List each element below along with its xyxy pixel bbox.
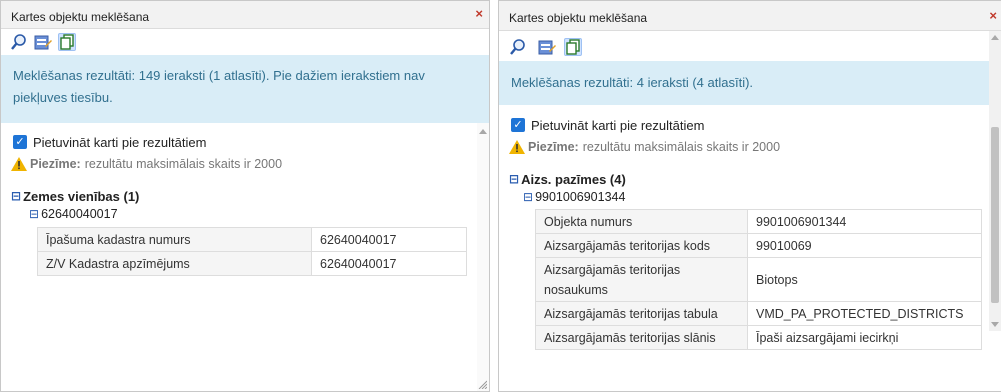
attr-value: 99010069 [747,233,982,258]
search-magnifier-icon[interactable] [509,38,527,56]
result-item[interactable]: ⊟ 9901006901344 [523,188,1001,206]
edit-layer-icon[interactable] [34,33,52,51]
panel-title: Kartes objektu meklēšana [11,10,150,24]
results-content: ✓ Pietuvināt karti pie rezultātiem Piezī… [1,123,489,391]
results-banner: Meklēšanas rezultāti: 4 ieraksti (4 atla… [499,61,1001,105]
attr-key: Z/V Kadastra apzīmējums [37,251,312,276]
attr-key: Objekta numurs [535,209,748,234]
zoom-checkbox-row[interactable]: ✓ Pietuvināt karti pie rezultātiem [13,133,489,151]
note-text: rezultātu maksimālais skaits ir 2000 [84,157,283,171]
attr-key: Aizsargājamās teritorijas kods [535,233,748,258]
scrollbar[interactable] [477,123,489,391]
group-title: Zemes vienības (1) [23,188,140,204]
copy-results-icon[interactable] [564,38,582,56]
attr-key: Aizsargājamās teritorijas slānis [535,325,748,350]
warning-icon [509,140,525,154]
scroll-thumb[interactable] [991,127,999,303]
attr-value: VMD_PA_PROTECTED_DISTRICTS [747,301,982,326]
panel-toolbar [1,29,489,55]
collapse-icon[interactable]: ⊟ [523,190,533,204]
zoom-checkbox[interactable]: ✓ [511,118,525,132]
collapse-icon[interactable]: ⊟ [11,189,21,203]
search-magnifier-icon[interactable] [10,33,28,51]
scrollbar[interactable] [989,31,1001,331]
scroll-up-icon[interactable] [479,129,487,134]
resize-handle-icon[interactable] [477,379,487,389]
table-row: Objekta numurs 9901006901344 [535,209,982,234]
group-title: Aizs. pazīmes (4) [521,171,626,187]
table-row: Z/V Kadastra apzīmējums 62640040017 [37,251,467,276]
panel-title: Kartes objektu meklēšana [509,11,648,25]
note-label: Piezīme: [30,157,81,171]
table-row: Aizsargājamās teritorijas kods 99010069 [535,233,982,258]
close-icon[interactable]: × [475,6,483,21]
result-item-id: 9901006901344 [535,190,626,204]
zoom-checkbox-label[interactable]: Pietuvināt karti pie rezultātiem [531,118,704,133]
collapse-icon[interactable]: ⊟ [509,172,519,186]
group-zemes-vienibas[interactable]: ⊟ Zemes vienības (1) [11,187,489,205]
table-row: Īpašuma kadastra numurs 62640040017 [37,227,467,252]
panel-toolbar [499,31,1001,61]
result-item[interactable]: ⊟ 62640040017 [29,205,489,223]
attr-key: Īpašuma kadastra numurs [37,227,312,252]
attributes-table: Objekta numurs 9901006901344 Aizsargājam… [535,209,982,350]
attr-value: 62640040017 [311,251,467,276]
attr-key: Aizsargājamās teritorijas nosaukums [535,257,748,302]
note-label: Piezīme: [528,140,579,154]
attr-key: Aizsargājamās teritorijas tabula [535,301,748,326]
attr-value: Īpaši aizsargājami iecirkņi [747,325,982,350]
table-row: Aizsargājamās teritorijas tabula VMD_PA_… [535,301,982,326]
zoom-checkbox[interactable]: ✓ [13,135,27,149]
group-aizs-pazimes[interactable]: ⊟ Aizs. pazīmes (4) [509,170,1001,188]
table-row: Aizsargājamās teritorijas nosaukums Biot… [535,257,982,302]
close-icon[interactable]: × [989,8,997,23]
warning-icon [11,157,27,171]
zoom-checkbox-label[interactable]: Pietuvināt karti pie rezultātiem [33,135,206,150]
results-content: ✓ Pietuvināt karti pie rezultātiem Piezī… [499,31,1001,391]
attr-value: 9901006901344 [747,209,982,234]
panel-titlebar: Kartes objektu meklēšana × [499,1,1001,31]
zoom-checkbox-row[interactable]: ✓ Pietuvināt karti pie rezultātiem [511,116,1001,134]
attr-value: Biotops [747,257,982,302]
search-panel-left: Kartes objektu meklēšana × Meklēšanas re… [0,0,490,392]
max-results-note: Piezīme: rezultātu maksimālais skaits ir… [11,155,489,173]
result-item-id: 62640040017 [41,207,118,221]
collapse-icon[interactable]: ⊟ [29,207,39,221]
edit-layer-icon[interactable] [538,38,556,56]
search-panel-right: Kartes objektu meklēšana × Meklēšanas re… [498,0,1001,392]
note-text: rezultātu maksimālais skaits ir 2000 [582,140,781,154]
attr-value: 62640040017 [311,227,467,252]
results-banner: Meklēšanas rezultāti: 149 ieraksti (1 at… [1,55,489,123]
copy-results-icon[interactable] [58,33,76,51]
panel-titlebar: Kartes objektu meklēšana × [1,1,489,29]
max-results-note: Piezīme: rezultātu maksimālais skaits ir… [509,138,1001,156]
table-row: Aizsargājamās teritorijas slānis Īpaši a… [535,325,982,350]
scroll-down-icon[interactable] [991,322,999,327]
scroll-up-icon[interactable] [991,35,999,40]
attributes-table: Īpašuma kadastra numurs 62640040017 Z/V … [37,227,467,276]
